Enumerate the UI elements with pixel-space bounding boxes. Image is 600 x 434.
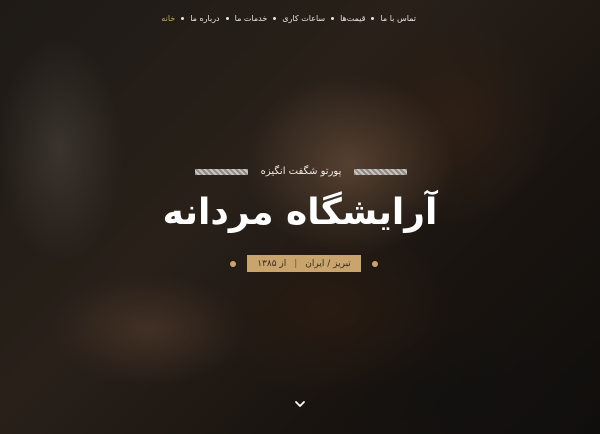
since-text: از ۱۳۸۵ <box>257 258 287 269</box>
main-nav: خانه درباره ما خدمات ما ساعات کاری قیمت‌… <box>155 14 422 23</box>
decorative-stripe-right <box>353 168 407 175</box>
nav-item-prices[interactable]: قیمت‌ها <box>334 14 371 23</box>
location-text: تبریز / ایران <box>305 258 351 269</box>
nav-separator-dot <box>225 17 229 20</box>
nav-item-home[interactable]: خانه <box>155 14 181 23</box>
chevron-down-icon[interactable] <box>294 399 306 409</box>
hero-section: خانه درباره ما خدمات ما ساعات کاری قیمت‌… <box>0 0 600 434</box>
location-badge: تبریز / ایران | از ۱۳۸۵ <box>247 255 361 272</box>
decorative-dot-right <box>371 260 378 267</box>
hero-title: آرایشگاه مردانه <box>162 192 438 233</box>
info-row: تبریز / ایران | از ۱۳۸۵ <box>230 255 378 272</box>
decorative-dot-left <box>230 260 236 267</box>
hero-subtitle: پورتو شگفت انگیزه <box>260 166 342 177</box>
subtitle-row: پورتو شگفت انگیزه <box>195 166 407 177</box>
nav-item-contact[interactable]: تماس با ما <box>374 14 422 23</box>
badge-divider: | <box>294 258 298 269</box>
nav-item-services[interactable]: خدمات ما <box>229 14 274 23</box>
nav-item-about[interactable]: درباره ما <box>184 14 225 23</box>
nav-item-hours[interactable]: ساعات کاری <box>276 14 331 23</box>
decorative-stripe-left <box>195 168 248 175</box>
